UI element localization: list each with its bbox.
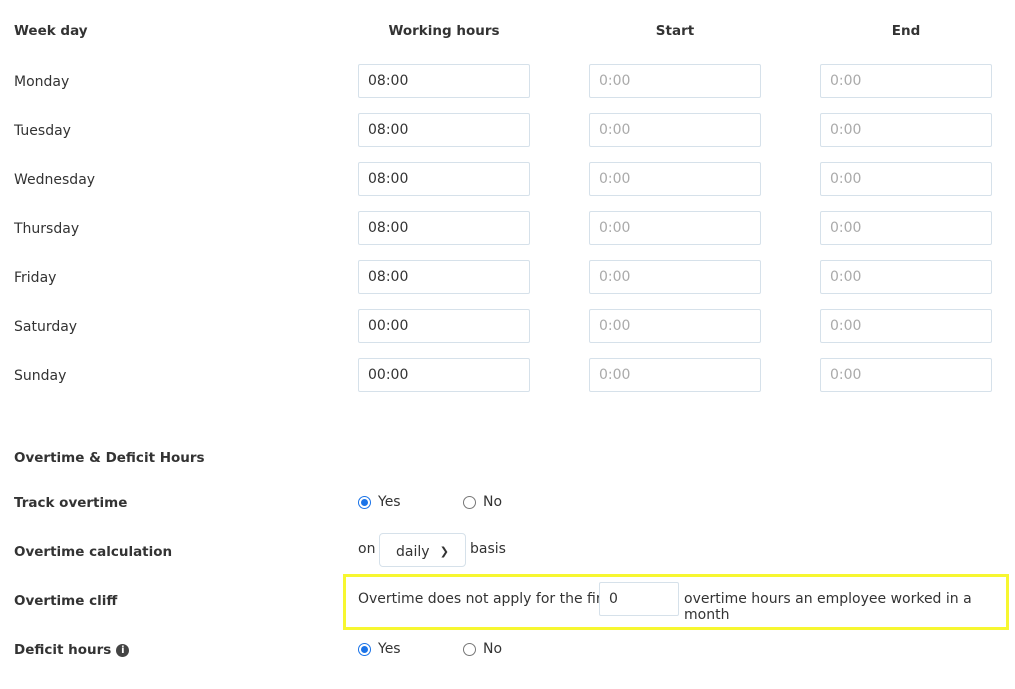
day-label: Sunday bbox=[14, 368, 67, 384]
working-hours-input[interactable]: 08:00 bbox=[358, 260, 530, 294]
working-hours-input[interactable]: 08:00 bbox=[358, 64, 530, 98]
day-label: Tuesday bbox=[14, 123, 71, 139]
header-end: End bbox=[891, 23, 921, 39]
end-input[interactable]: 0:00 bbox=[820, 358, 992, 392]
start-input[interactable]: 0:00 bbox=[589, 309, 761, 343]
start-input[interactable]: 0:00 bbox=[589, 260, 761, 294]
radio-unchecked-icon[interactable] bbox=[463, 642, 476, 656]
end-input[interactable]: 0:00 bbox=[820, 162, 992, 196]
day-label: Monday bbox=[14, 74, 70, 90]
calc-prefix: on bbox=[358, 541, 376, 557]
radio-label: No bbox=[483, 494, 503, 510]
calc-basis-select[interactable]: daily ❯ bbox=[379, 533, 466, 567]
working-hours-input[interactable]: 00:00 bbox=[358, 309, 530, 343]
info-icon[interactable]: i bbox=[116, 644, 130, 657]
radio-label: No bbox=[483, 641, 503, 657]
track-overtime-yes[interactable]: Yes bbox=[358, 494, 401, 510]
radio-label: Yes bbox=[378, 641, 401, 657]
start-input[interactable]: 0:00 bbox=[589, 211, 761, 245]
start-input[interactable]: 0:00 bbox=[589, 358, 761, 392]
header-week-day: Week day bbox=[14, 23, 88, 39]
overtime-calculation-label: Overtime calculation bbox=[14, 544, 173, 560]
working-hours-input[interactable]: 00:00 bbox=[358, 358, 530, 392]
end-input[interactable]: 0:00 bbox=[820, 113, 992, 147]
start-input[interactable]: 0:00 bbox=[589, 64, 761, 98]
working-hours-input[interactable]: 08:00 bbox=[358, 113, 530, 147]
header-start: Start bbox=[655, 23, 695, 39]
deficit-yes[interactable]: Yes bbox=[358, 641, 401, 657]
deficit-label-text: Deficit hours bbox=[14, 642, 112, 658]
deficit-hours-label: Deficit hours i bbox=[14, 642, 130, 658]
radio-checked-icon[interactable] bbox=[358, 642, 371, 656]
calc-suffix: basis bbox=[470, 541, 506, 557]
radio-checked-icon[interactable] bbox=[358, 495, 371, 509]
deficit-no[interactable]: No bbox=[463, 641, 502, 657]
chevron-down-icon: ❯ bbox=[439, 545, 449, 558]
end-input[interactable]: 0:00 bbox=[820, 260, 992, 294]
start-input[interactable]: 0:00 bbox=[589, 113, 761, 147]
radio-label: Yes bbox=[378, 494, 401, 510]
cliff-hours-input[interactable]: 0 bbox=[599, 582, 679, 616]
section-title: Overtime & Deficit Hours bbox=[14, 450, 205, 466]
day-label: Wednesday bbox=[14, 172, 96, 188]
day-label: Thursday bbox=[14, 221, 80, 237]
cliff-prefix: Overtime does not apply for the first bbox=[358, 591, 615, 607]
cliff-suffix: overtime hours an employee worked in a m… bbox=[684, 591, 972, 623]
end-input[interactable]: 0:00 bbox=[820, 211, 992, 245]
working-hours-input[interactable]: 08:00 bbox=[358, 162, 530, 196]
overtime-cliff-label: Overtime cliff bbox=[14, 593, 118, 609]
select-value: daily bbox=[396, 544, 430, 560]
header-working-hours: Working hours bbox=[388, 23, 500, 39]
track-overtime-label: Track overtime bbox=[14, 495, 128, 511]
working-hours-input[interactable]: 08:00 bbox=[358, 211, 530, 245]
day-label: Friday bbox=[14, 270, 57, 286]
end-input[interactable]: 0:00 bbox=[820, 64, 992, 98]
day-label: Saturday bbox=[14, 319, 78, 335]
track-overtime-no[interactable]: No bbox=[463, 494, 502, 510]
end-input[interactable]: 0:00 bbox=[820, 309, 992, 343]
start-input[interactable]: 0:00 bbox=[589, 162, 761, 196]
radio-unchecked-icon[interactable] bbox=[463, 495, 476, 509]
